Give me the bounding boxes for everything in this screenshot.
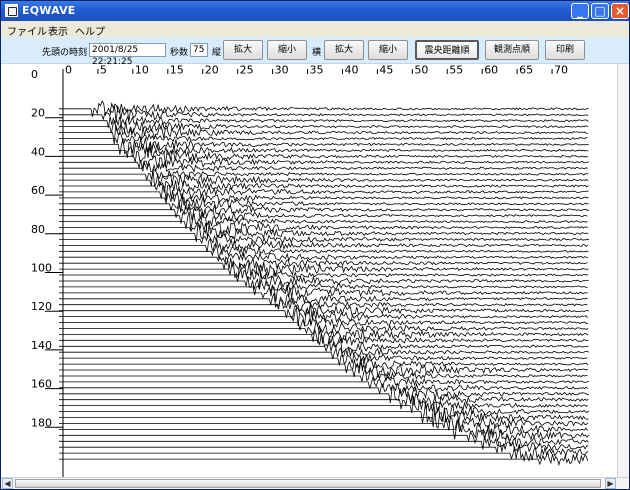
seismogram-chart[interactable]: 0 5 10 15 20 25 30 35 40 45 50 55 60 65 70020406080100… [1,64,617,477]
seismogram-trace [59,375,590,389]
toolbar: 先頭の時刻 2001/8/25 22:21:25 秒数 75 縦 拡大 縮小 横… [1,37,629,67]
seismogram-trace [59,441,589,454]
x-tick-label: 40 [344,64,358,77]
seismogram-trace [59,357,589,373]
vertical-label: 縦 [212,48,222,58]
seismogram-trace [59,168,589,187]
start-time-label: 先頭の時刻 [42,48,88,58]
start-time-input[interactable]: 2001/8/25 22:21:25 [89,43,166,67]
vertical-zoom-out-button[interactable]: 縮小 [267,40,307,60]
seismogram-trace [59,168,589,182]
seconds-input[interactable]: 75 [190,43,208,57]
seismogram-trace [59,396,589,414]
sort-by-epicentral-distance-button[interactable]: 震央距離順 [415,40,479,60]
seismogram-trace [59,255,588,271]
seismogram-trace [59,222,589,242]
y-tick-label: 60 [31,184,45,197]
minimize-button[interactable]: _ [571,3,589,19]
x-tick-label: 20 [205,64,219,77]
scroll-left-arrow-icon[interactable]: ◀ [2,478,13,489]
seismogram-trace [59,392,589,410]
y-tick-label: 20 [31,107,45,120]
scroll-right-arrow-icon[interactable]: ▶ [605,478,616,489]
y-tick-label: 40 [31,145,45,158]
maximize-button[interactable]: □ [591,3,609,19]
x-tick-label: 10 [135,64,149,77]
x-tick-label: 30 [275,64,289,77]
y-tick-label: 0 [31,68,38,81]
menu-view[interactable]: 表示 [48,23,68,38]
seismogram-plot[interactable]: 0 5 10 15 20 25 30 35 40 45 50 55 60 65 70 0 20 40 60 80 100… [1,64,617,477]
x-tick-label: 0 [65,64,72,77]
print-button[interactable]: 印刷 [545,40,585,60]
horizontal-zoom-in-button[interactable]: 拡大 [324,40,364,60]
x-tick-label: 70 [554,64,568,77]
vertical-zoom-in-button[interactable]: 拡大 [223,40,263,60]
x-tick-label: 50 [414,64,428,77]
menu-help[interactable]: ヘルプ [75,23,105,38]
seismogram-trace [59,338,589,355]
close-button[interactable]: × [611,3,629,19]
seismogram-trace [59,407,589,429]
x-tick-label: 60 [484,64,498,77]
seismogram-trace [59,382,588,395]
seconds-label: 秒数 [170,48,189,58]
x-tick-label: 65 [519,64,533,77]
x-tick-label: 5 [100,64,107,77]
seismogram-trace [59,217,588,235]
horizontal-scrollbar[interactable]: ◀ ▶ [1,477,629,489]
horizontal-label: 横 [312,48,322,58]
seismogram-trace [59,347,590,360]
y-tick-label: 80 [31,223,45,236]
sort-by-station-button[interactable]: 観測点順 [485,40,539,60]
seismogram-trace [59,154,589,171]
vertical-scrollbar[interactable] [617,64,629,477]
title-bar[interactable]: EQWAVE _ □ × [1,1,629,21]
scroll-thumb[interactable] [15,479,601,488]
window-title: EQWAVE [22,4,76,17]
x-tick-label: 25 [240,64,254,77]
x-tick-label: 15 [170,64,184,77]
seismogram-trace [59,196,589,213]
x-tick-label: 55 [449,64,463,77]
seismogram-trace [59,180,589,193]
x-tick-label: 45 [379,64,393,77]
seismogram-trace [59,232,590,245]
menu-file[interactable]: ファイル [7,23,47,38]
app-icon [5,4,18,17]
horizontal-zoom-out-button[interactable]: 縮小 [368,40,408,60]
menu-bar: ファイル 表示 ヘルプ [1,21,629,38]
seismogram-trace [59,367,588,382]
x-tick-label: 35 [310,64,324,77]
seismogram-trace [59,450,589,467]
seismogram-trace [59,319,589,336]
eqwave-window: EQWAVE _ □ × ファイル 表示 ヘルプ 先頭の時刻 2001/8/25… [0,0,630,490]
seismogram-trace [59,386,589,404]
seismogram-trace [59,401,590,424]
